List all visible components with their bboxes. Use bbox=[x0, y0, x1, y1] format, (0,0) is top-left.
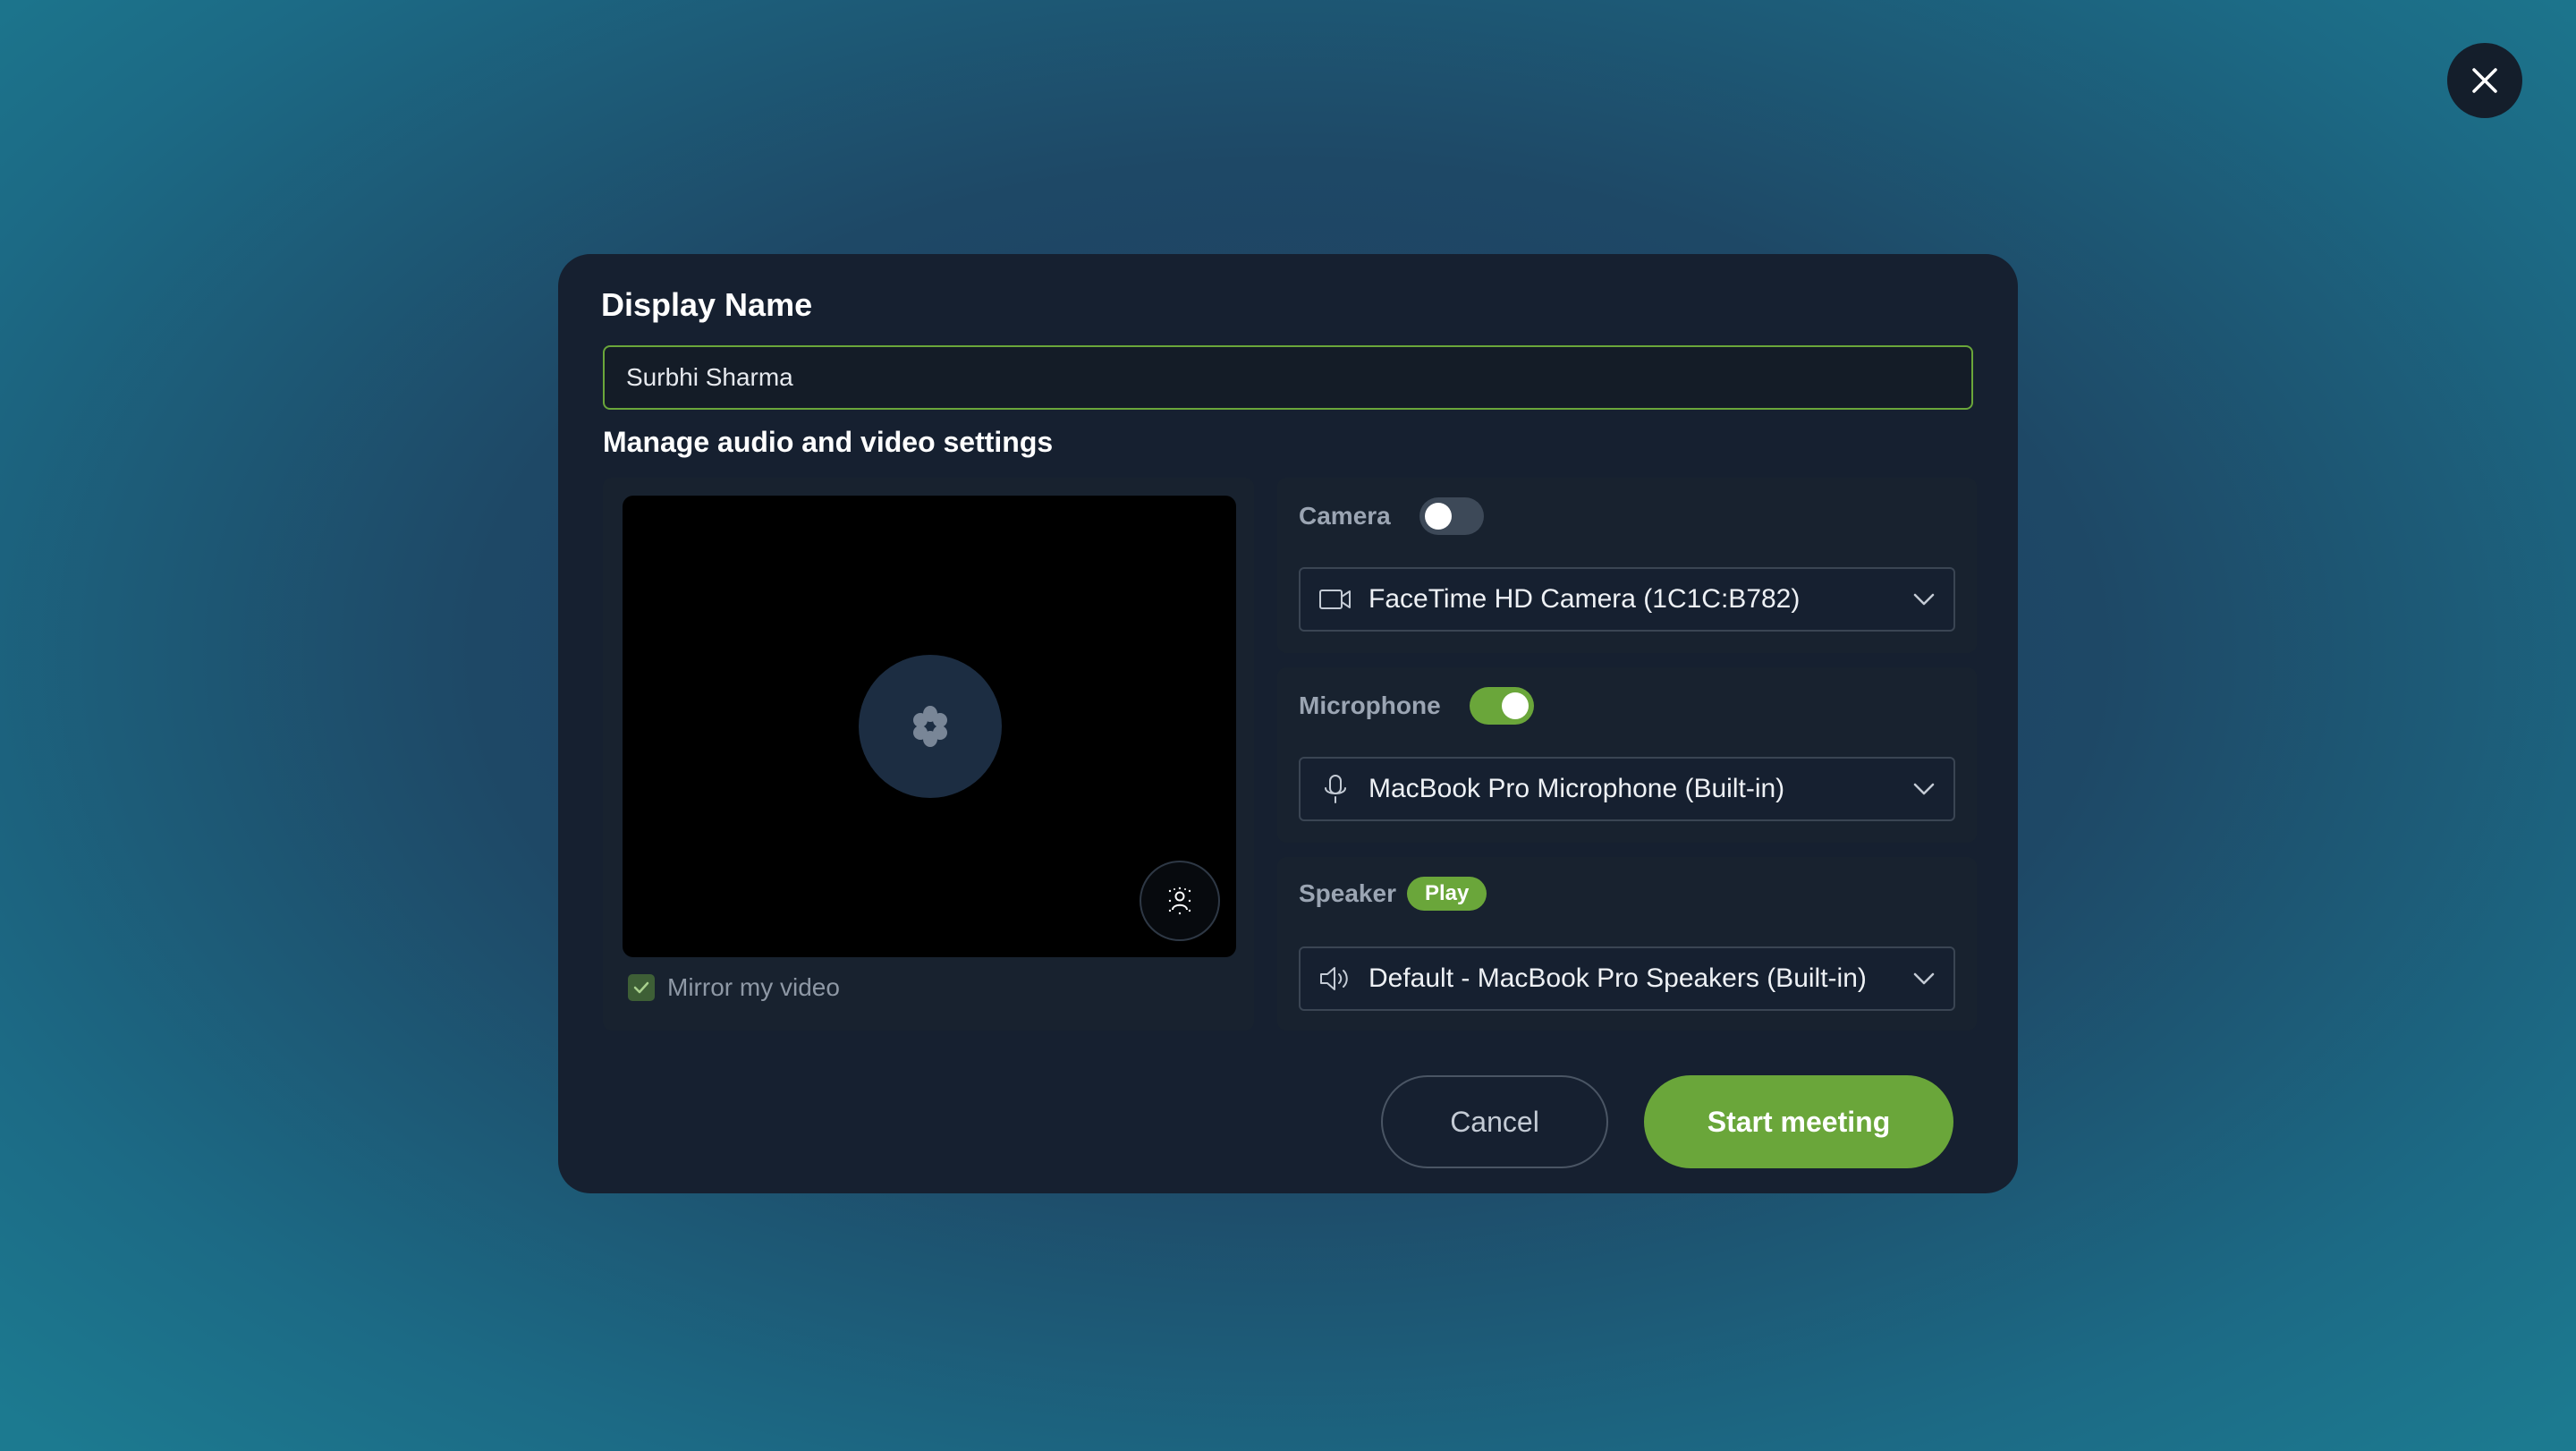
camera-device-select[interactable]: FaceTime HD Camera (1C1C:B782) bbox=[1299, 567, 1955, 632]
mirror-video-checkbox[interactable] bbox=[628, 974, 655, 1001]
chevron-down-icon bbox=[1913, 783, 1935, 795]
toggle-knob bbox=[1501, 692, 1529, 719]
meeting-setup-dialog: Display Name Manage audio and video sett… bbox=[558, 254, 2018, 1193]
microphone-device-value: MacBook Pro Microphone (Built-in) bbox=[1368, 774, 1785, 803]
microphone-toggle[interactable] bbox=[1469, 687, 1534, 725]
microphone-icon bbox=[1325, 775, 1346, 803]
close-icon bbox=[2472, 68, 2497, 93]
app-window: Display Name Manage audio and video sett… bbox=[0, 0, 2576, 1451]
video-preview bbox=[623, 496, 1236, 957]
chevron-down-icon bbox=[1913, 593, 1935, 606]
toggle-knob bbox=[1424, 503, 1452, 530]
av-settings-heading: Manage audio and video settings bbox=[603, 426, 1054, 458]
video-camera-icon bbox=[1319, 590, 1351, 609]
speaker-icon bbox=[1320, 967, 1348, 990]
play-test-sound-button[interactable]: Play bbox=[1406, 877, 1487, 911]
microphone-settings-panel: Microphone MacBook Pro Microphone (Built… bbox=[1277, 667, 1977, 843]
speaker-device-select[interactable]: Default - MacBook Pro Speakers (Built-in… bbox=[1299, 946, 1955, 1011]
chevron-down-icon bbox=[1913, 972, 1935, 985]
checkmark-icon bbox=[633, 981, 649, 994]
cancel-button[interactable]: Cancel bbox=[1381, 1075, 1608, 1168]
loading-spinner-icon bbox=[913, 706, 947, 747]
background-effects-button[interactable] bbox=[1140, 861, 1220, 941]
camera-settings-panel: Camera FaceTime HD Camera (1C1C:B782) bbox=[1277, 478, 1977, 653]
video-preview-panel: Mirror my video bbox=[603, 478, 1254, 1031]
microphone-label: Microphone bbox=[1299, 692, 1441, 719]
camera-toggle[interactable] bbox=[1419, 497, 1484, 535]
display-name-input[interactable] bbox=[603, 345, 1973, 410]
virtual-background-icon bbox=[1168, 887, 1191, 915]
speaker-device-value: Default - MacBook Pro Speakers (Built-in… bbox=[1368, 963, 1867, 993]
speaker-settings-panel: Speaker Play Default - MacBook Pro Speak… bbox=[1277, 857, 1977, 1031]
close-button[interactable] bbox=[2447, 43, 2522, 118]
camera-device-value: FaceTime HD Camera (1C1C:B782) bbox=[1368, 584, 1801, 614]
avatar bbox=[859, 655, 1002, 798]
speaker-label: Speaker bbox=[1299, 879, 1396, 907]
start-meeting-button[interactable]: Start meeting bbox=[1644, 1075, 1953, 1168]
microphone-device-select[interactable]: MacBook Pro Microphone (Built-in) bbox=[1299, 757, 1955, 821]
display-name-heading: Display Name bbox=[601, 286, 813, 323]
mirror-video-option[interactable]: Mirror my video bbox=[628, 973, 840, 1002]
camera-label: Camera bbox=[1299, 502, 1391, 530]
mirror-video-label: Mirror my video bbox=[667, 973, 840, 1001]
